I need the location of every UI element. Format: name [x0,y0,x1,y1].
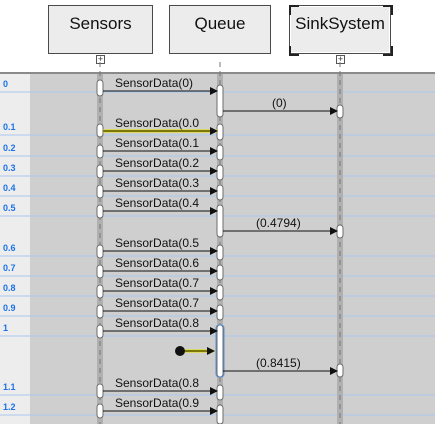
message-label: SensorData(0.9 [115,396,199,410]
activation-bar[interactable] [216,84,224,118]
message-label: SensorData(0.5 [115,236,199,250]
activation-bar[interactable] [96,284,104,299]
activation-bar[interactable] [216,304,224,321]
activation-bar[interactable] [216,244,224,261]
activation-bar[interactable] [216,404,224,424]
activation-bar[interactable] [96,244,104,259]
message-label: SensorData(0.8 [115,316,199,330]
time-tick-label: 0.1 [3,122,16,132]
found-message-dot [175,346,185,356]
message-label: SensorData(0.0 [115,116,199,130]
activation-bar[interactable] [336,224,344,239]
time-tick-label: 0.5 [3,203,16,213]
activation-bar[interactable] [216,164,224,181]
time-tick-label: 0.7 [3,263,16,273]
activation-bar[interactable] [96,144,104,159]
time-tick-label: 1.1 [3,382,16,392]
activation-bar[interactable] [336,363,344,378]
time-tick-label: 0.9 [3,303,16,313]
activation-bar[interactable] [96,79,104,97]
message-label: SensorData(0) [115,76,193,90]
time-tick-label: 0.4 [3,183,16,193]
activation-bar[interactable] [96,184,104,199]
message-label: SensorData(0.2 [115,156,199,170]
activation-bar[interactable] [216,184,224,201]
activation-bar[interactable] [336,104,344,119]
time-tick-label: 0.3 [3,163,16,173]
activation-bar[interactable] [216,204,224,238]
activation-bar[interactable] [216,284,224,301]
message-label: (0.8415) [256,356,301,370]
message-label: SensorData(0.4 [115,196,199,210]
message-label: SensorData(0.1 [115,136,199,150]
activation-bar[interactable] [96,324,104,339]
activation-bar[interactable] [216,264,224,281]
message-label: (0.4794) [256,216,301,230]
time-tick-label: 0.6 [3,243,16,253]
message-label: SensorData(0.3 [115,176,199,190]
time-tick-label: 1.2 [3,402,16,412]
activation-bar[interactable] [96,204,104,219]
time-tick-label: 1 [3,323,8,333]
activation-bar[interactable] [96,123,104,138]
sequence-diagram: Sensors Queue SinkSystem + + 0 0.1 0.2 0.3 0… [0,0,435,424]
activation-bar[interactable] [216,324,224,378]
activation-bar[interactable] [96,264,104,279]
time-tick-label: 0 [3,79,8,89]
activation-bar[interactable] [96,403,104,419]
time-tick-label: 0.8 [3,283,16,293]
time-tick-label: 0.2 [3,143,16,153]
activation-bar[interactable] [216,144,224,161]
activation-bar[interactable] [96,164,104,179]
message-label: SensorData(0.7 [115,296,199,310]
activation-bar[interactable] [216,384,224,401]
message-label: (0) [272,96,287,110]
message-label: SensorData(0.8 [115,376,199,390]
diagram-canvas: 0 0.1 0.2 0.3 0.4 0.5 0.6 0.7 0.8 0.9 1 1.1 1.2 Sens… [0,62,435,424]
message-label: SensorData(0.6 [115,256,199,270]
activation-bar[interactable] [216,123,224,141]
activation-bar[interactable] [96,304,104,319]
activation-bar[interactable] [96,383,104,399]
message-label: SensorData(0.7 [115,276,199,290]
